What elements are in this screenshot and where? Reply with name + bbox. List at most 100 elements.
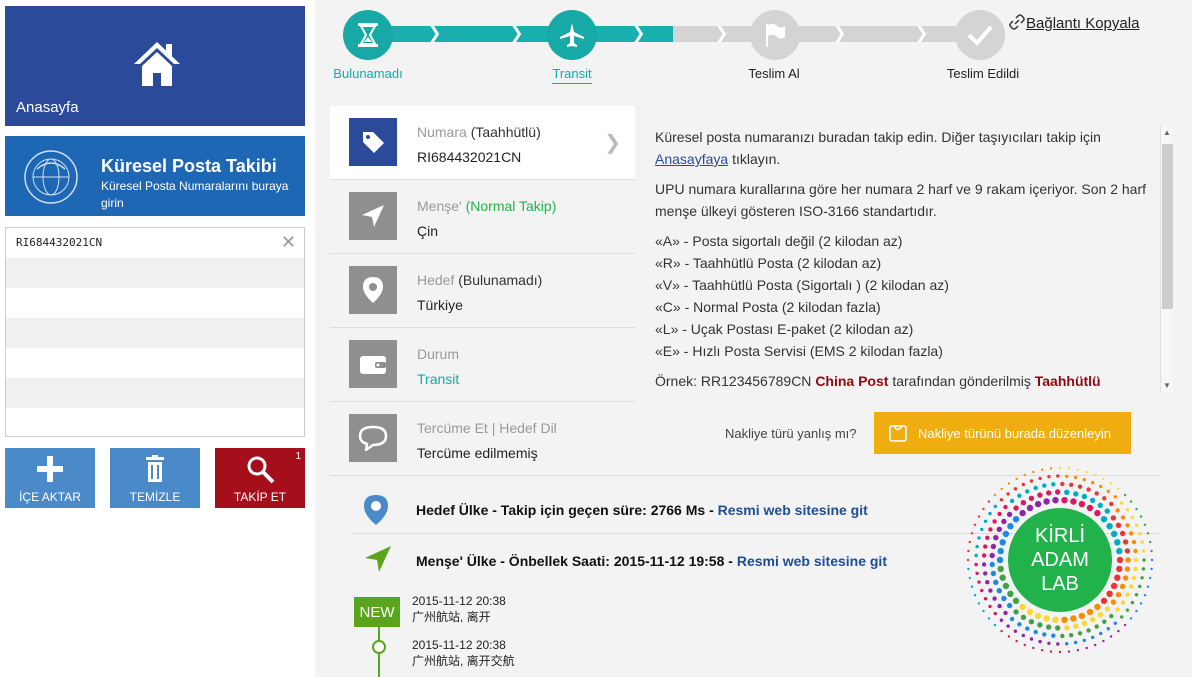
destination-site-link[interactable]: Resmi web sitesine git	[718, 502, 868, 518]
logo-dot	[1076, 649, 1080, 652]
info-card-number[interactable]: Numara (Taahhütlü) RI684432021CN ❯	[330, 106, 635, 180]
info-card-status[interactable]: Durum Transit	[330, 328, 635, 402]
logo-dot	[1133, 566, 1138, 572]
logo-dot	[1116, 565, 1123, 573]
logo-dot	[1113, 621, 1117, 625]
logo-dot	[1102, 639, 1105, 643]
logo-dot	[1013, 487, 1018, 491]
logo-dot	[1006, 492, 1010, 496]
import-button[interactable]: İÇE AKTAR	[5, 448, 95, 508]
rule-item: «V» - Taahhütlü Posta (Sigortalı ) (2 ki…	[655, 277, 949, 293]
logo-dot	[968, 540, 971, 544]
logo-dot	[999, 574, 1006, 581]
logo-dot	[1090, 497, 1096, 504]
logo-dot	[1009, 616, 1015, 622]
logo-dot	[967, 567, 970, 571]
logo-dot	[1109, 635, 1113, 638]
logo-dot	[975, 571, 979, 576]
logo-dot	[1102, 496, 1107, 501]
help-scrollbar[interactable]: ▲ ▼	[1160, 126, 1173, 392]
logo-dot	[1000, 629, 1003, 633]
scroll-up-icon[interactable]: ▲	[1163, 128, 1171, 137]
info-cards: Numara (Taahhütlü) RI684432021CN ❯ Menşe…	[330, 106, 635, 476]
logo-dot	[1102, 477, 1105, 481]
logo-dot	[1021, 482, 1025, 487]
list-row	[6, 258, 304, 288]
chevron-right-icon: ❯	[915, 25, 929, 42]
rule-item: «R» - Taahhütlü Posta (2 kilodan az)	[655, 255, 882, 271]
logo-dot	[1070, 615, 1077, 622]
logo-dot	[1090, 616, 1096, 623]
plus-icon	[37, 456, 63, 482]
info-card-translate[interactable]: Tercüme Et | Hedef Dil Tercüme edilmemiş	[330, 402, 635, 476]
logo-dot	[1013, 609, 1019, 615]
copy-link[interactable]: Bağlantı Kopyala	[1008, 13, 1139, 32]
help-rules: «A» - Posta sigortalı değil (2 kilodan a…	[655, 230, 1155, 362]
logo-dot	[1042, 632, 1047, 637]
list-row	[6, 378, 304, 408]
clear-icon[interactable]: ✕	[281, 232, 296, 253]
tracking-number-list[interactable]: RI684432021CN ✕	[5, 227, 305, 437]
logo-dot	[1143, 594, 1147, 597]
logo-dot	[1140, 540, 1144, 544]
logo-dot	[1114, 574, 1121, 581]
logo-dot	[1122, 539, 1129, 545]
tracking-number-entry[interactable]: RI684432021CN	[16, 236, 102, 249]
info-card-destination[interactable]: Hedef (Bulunamadı) Türkiye	[330, 254, 635, 328]
logo-dot	[1019, 603, 1026, 611]
check-icon	[967, 25, 993, 46]
logo-dot	[1139, 515, 1143, 518]
origin-value: Çin	[417, 223, 439, 239]
event-time: 2015-11-12 20:38	[412, 638, 506, 652]
brand-line-1: KİRLİ	[1035, 524, 1085, 547]
edit-shipping-type-label: Nakliye türünü burada düzenleyin	[918, 425, 1111, 441]
home-link[interactable]: Anasayfaya	[655, 151, 728, 167]
chevron-right-icon: ❯	[632, 25, 646, 42]
logo-dot	[1139, 602, 1143, 605]
step-label-transit-text: Transit	[552, 66, 592, 84]
logo-dot	[1060, 481, 1065, 487]
logo-dot	[970, 532, 974, 535]
logo-dot	[1117, 487, 1120, 491]
logo-dot	[1109, 613, 1114, 619]
event-time: 2015-11-12 20:38	[412, 594, 506, 608]
logo-dot	[993, 623, 997, 627]
scroll-down-icon[interactable]: ▼	[1163, 381, 1171, 390]
logo-dot	[1116, 556, 1124, 564]
logo-dot	[1104, 508, 1110, 514]
logo-dot	[1133, 548, 1138, 554]
logo-dot	[1038, 476, 1042, 481]
logo-dot	[1125, 523, 1130, 528]
clear-button[interactable]: TEMİZLE	[110, 448, 200, 508]
info-card-origin[interactable]: Menşe' (Normal Takip) Çin	[330, 180, 635, 254]
global-tracker-tile[interactable]: Küresel Posta Takibi Küresel Posta Numar…	[5, 136, 305, 216]
logo-dot	[1109, 501, 1114, 507]
edit-shipping-type-button[interactable]: Nakliye türünü burada düzenleyin	[874, 412, 1131, 454]
logo-dot	[1115, 592, 1122, 598]
link-icon	[1009, 14, 1025, 30]
step-label-delivered: Teslim Edildi	[946, 66, 1020, 81]
logo-dot	[1123, 493, 1127, 497]
logo-dot	[1046, 490, 1052, 496]
tracker-subtitle: Küresel Posta Numaralarını buraya girin	[101, 179, 289, 210]
home-tile[interactable]: Anasayfa	[5, 6, 305, 126]
logo-dot	[987, 617, 991, 620]
location-pin-icon	[364, 495, 388, 525]
logo-dot	[1134, 593, 1139, 597]
logo-dot	[993, 611, 997, 616]
logo-dot	[1129, 531, 1134, 536]
logo-dot	[1146, 532, 1150, 535]
logo-dot	[1001, 595, 1007, 602]
origin-site-link[interactable]: Resmi web sitesine git	[737, 553, 887, 569]
logo-dot	[1124, 548, 1131, 554]
brand-line-2: ADAM	[1031, 549, 1089, 571]
track-button[interactable]: TAKİP ET 1	[215, 448, 305, 508]
logo-dot	[1055, 489, 1061, 495]
logo-dot	[1106, 523, 1113, 530]
logo-dot	[1106, 489, 1110, 493]
help-rules-intro: UPU numara kurallarına göre her numara 2…	[655, 181, 1147, 219]
logo-dot	[1077, 484, 1083, 489]
logo-dot	[1130, 600, 1135, 605]
logo-dot	[1029, 479, 1034, 483]
scroll-thumb[interactable]	[1162, 144, 1173, 309]
